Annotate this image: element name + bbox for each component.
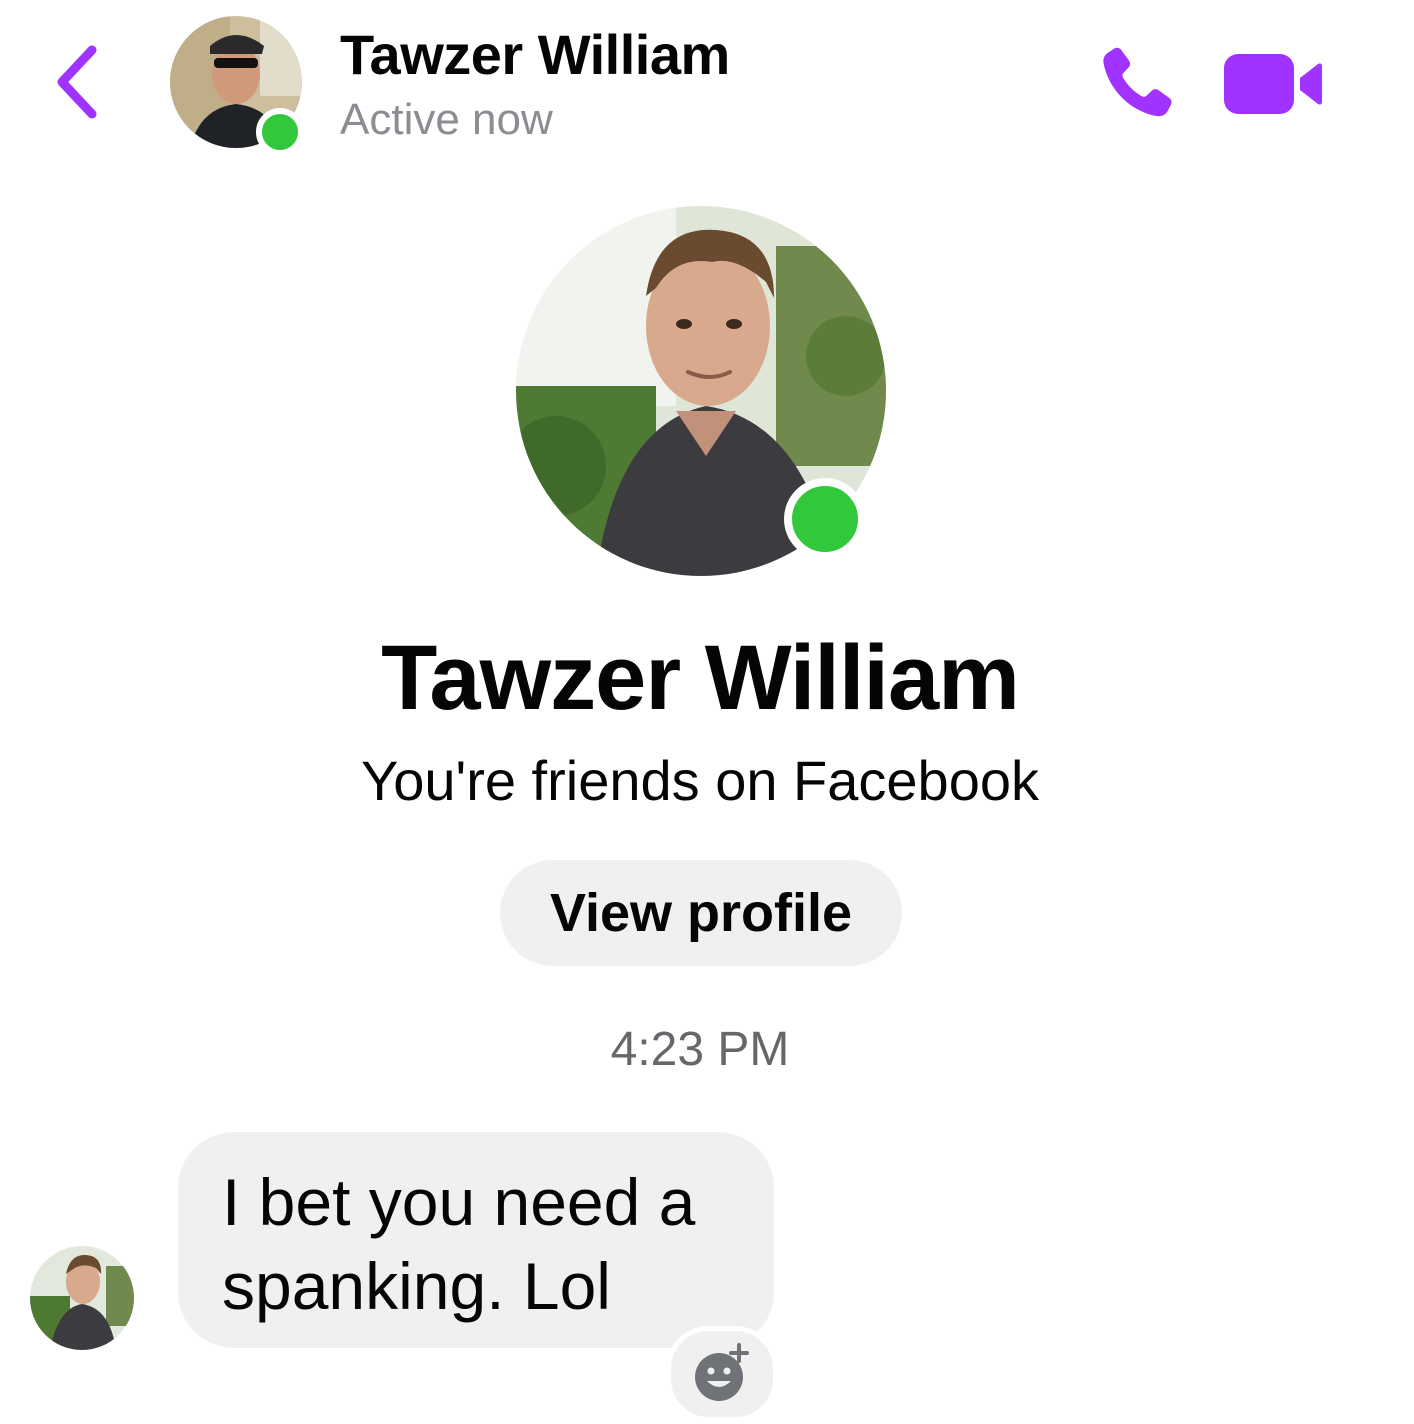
- profile-name: Tawzer William: [381, 627, 1020, 729]
- audio-call-button[interactable]: [1090, 40, 1180, 130]
- view-profile-button[interactable]: View profile: [500, 860, 902, 966]
- message-text: I bet you need a spanking. Lol: [222, 1165, 696, 1323]
- chevron-left-icon: [57, 45, 97, 119]
- video-camera-icon: [1224, 54, 1322, 114]
- message-timestamp: 4:23 PM: [610, 1023, 790, 1076]
- sender-avatar[interactable]: [30, 1246, 134, 1350]
- header-active-status: Active now: [340, 95, 553, 144]
- online-indicator: [256, 108, 304, 156]
- add-reaction-button[interactable]: [666, 1326, 778, 1422]
- sender-avatar-photo: [30, 1246, 134, 1350]
- phone-icon: [1103, 47, 1172, 117]
- friendship-status: You're friends on Facebook: [361, 749, 1039, 812]
- profile-online-indicator: [784, 478, 866, 560]
- header-contact-name[interactable]: Tawzer William: [340, 22, 730, 87]
- add-reaction-icon: [695, 1343, 749, 1401]
- message-bubble[interactable]: I bet you need a spanking. Lol: [178, 1132, 774, 1348]
- video-call-button[interactable]: [1220, 48, 1324, 120]
- back-button[interactable]: [50, 42, 110, 122]
